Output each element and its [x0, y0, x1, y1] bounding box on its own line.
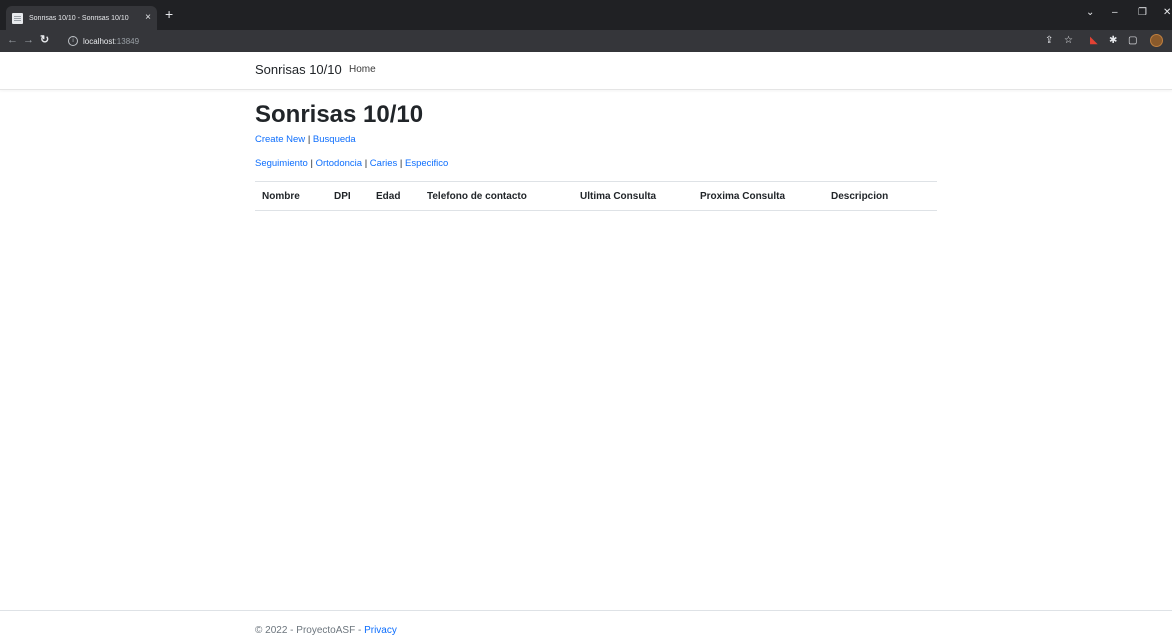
navbar-brand[interactable]: Sonrisas 10/10: [255, 62, 342, 77]
action-links: Create New | Busqueda: [255, 134, 356, 145]
url-port: :13849: [114, 36, 140, 46]
back-arrow-icon[interactable]: ←: [7, 34, 18, 47]
forward-arrow-icon[interactable]: →: [23, 34, 34, 47]
profile-avatar-icon[interactable]: [1150, 34, 1163, 47]
info-icon[interactable]: i: [68, 36, 78, 46]
link-separator: |: [364, 158, 368, 169]
address-bar[interactable]: i localhost:13849: [68, 33, 1023, 49]
filter-links: Seguimiento | Ortodoncia | Caries | Espe…: [255, 158, 448, 169]
page-favicon-icon: [12, 12, 23, 24]
url-host: localhost: [83, 36, 115, 46]
column-header-dpi: DPI: [334, 191, 351, 202]
ortodoncia-link[interactable]: Ortodoncia: [316, 158, 362, 169]
caries-link[interactable]: Caries: [370, 158, 397, 169]
tab-close-icon[interactable]: ×: [145, 13, 151, 23]
site-navbar: Sonrisas 10/10 Home: [0, 52, 1172, 90]
column-header-proxima-consulta: Proxima Consulta: [700, 191, 786, 202]
browser-titlebar: Sonrisas 10/10 - Sonrisas 10/10 × + ⌄ – …: [0, 0, 1172, 30]
share-icon[interactable]: ⇪: [1045, 35, 1053, 47]
new-tab-button[interactable]: +: [165, 7, 173, 21]
extension-icon[interactable]: ◣: [1090, 35, 1098, 47]
tab-title: Sonrisas 10/10 - Sonrisas 10/10: [29, 14, 129, 22]
chevron-down-icon[interactable]: ⌄: [1086, 7, 1094, 19]
especifico-link[interactable]: Especifico: [405, 158, 448, 169]
link-separator: |: [307, 134, 311, 145]
minimize-icon[interactable]: –: [1112, 7, 1118, 19]
link-separator: |: [399, 158, 403, 169]
nav-link-home[interactable]: Home: [349, 64, 376, 75]
browser-tab[interactable]: Sonrisas 10/10 - Sonrisas 10/10 ×: [6, 6, 157, 30]
link-separator: |: [310, 158, 313, 169]
reload-icon[interactable]: ↻: [40, 34, 49, 47]
column-header-nombre: Nombre: [262, 191, 300, 202]
page-title: Sonrisas 10/10: [255, 101, 424, 128]
create-new-link[interactable]: Create New: [255, 134, 305, 145]
busqueda-link[interactable]: Busqueda: [313, 134, 356, 145]
column-header-ultima-consulta: Ultima Consulta: [580, 191, 657, 202]
puzzle-icon[interactable]: ✱: [1109, 35, 1117, 47]
column-header-descripcion: Descripcion: [831, 191, 889, 202]
column-header-telefono: Telefono de contacto: [427, 191, 527, 202]
site-footer: © 2022 - ProyectoASF - Privacy: [0, 610, 1172, 636]
column-header-edad: Edad: [376, 191, 401, 202]
star-icon[interactable]: ☆: [1064, 35, 1073, 47]
side-panel-icon[interactable]: ▢: [1128, 35, 1137, 47]
seguimiento-link[interactable]: Seguimiento: [255, 158, 308, 169]
browser-toolbar: ← → ↻ i localhost:13849 ⇪ ☆ ◣ ✱ ▢: [0, 30, 1172, 52]
restore-icon[interactable]: ❐: [1138, 7, 1147, 19]
close-icon[interactable]: ✕: [1163, 7, 1171, 19]
